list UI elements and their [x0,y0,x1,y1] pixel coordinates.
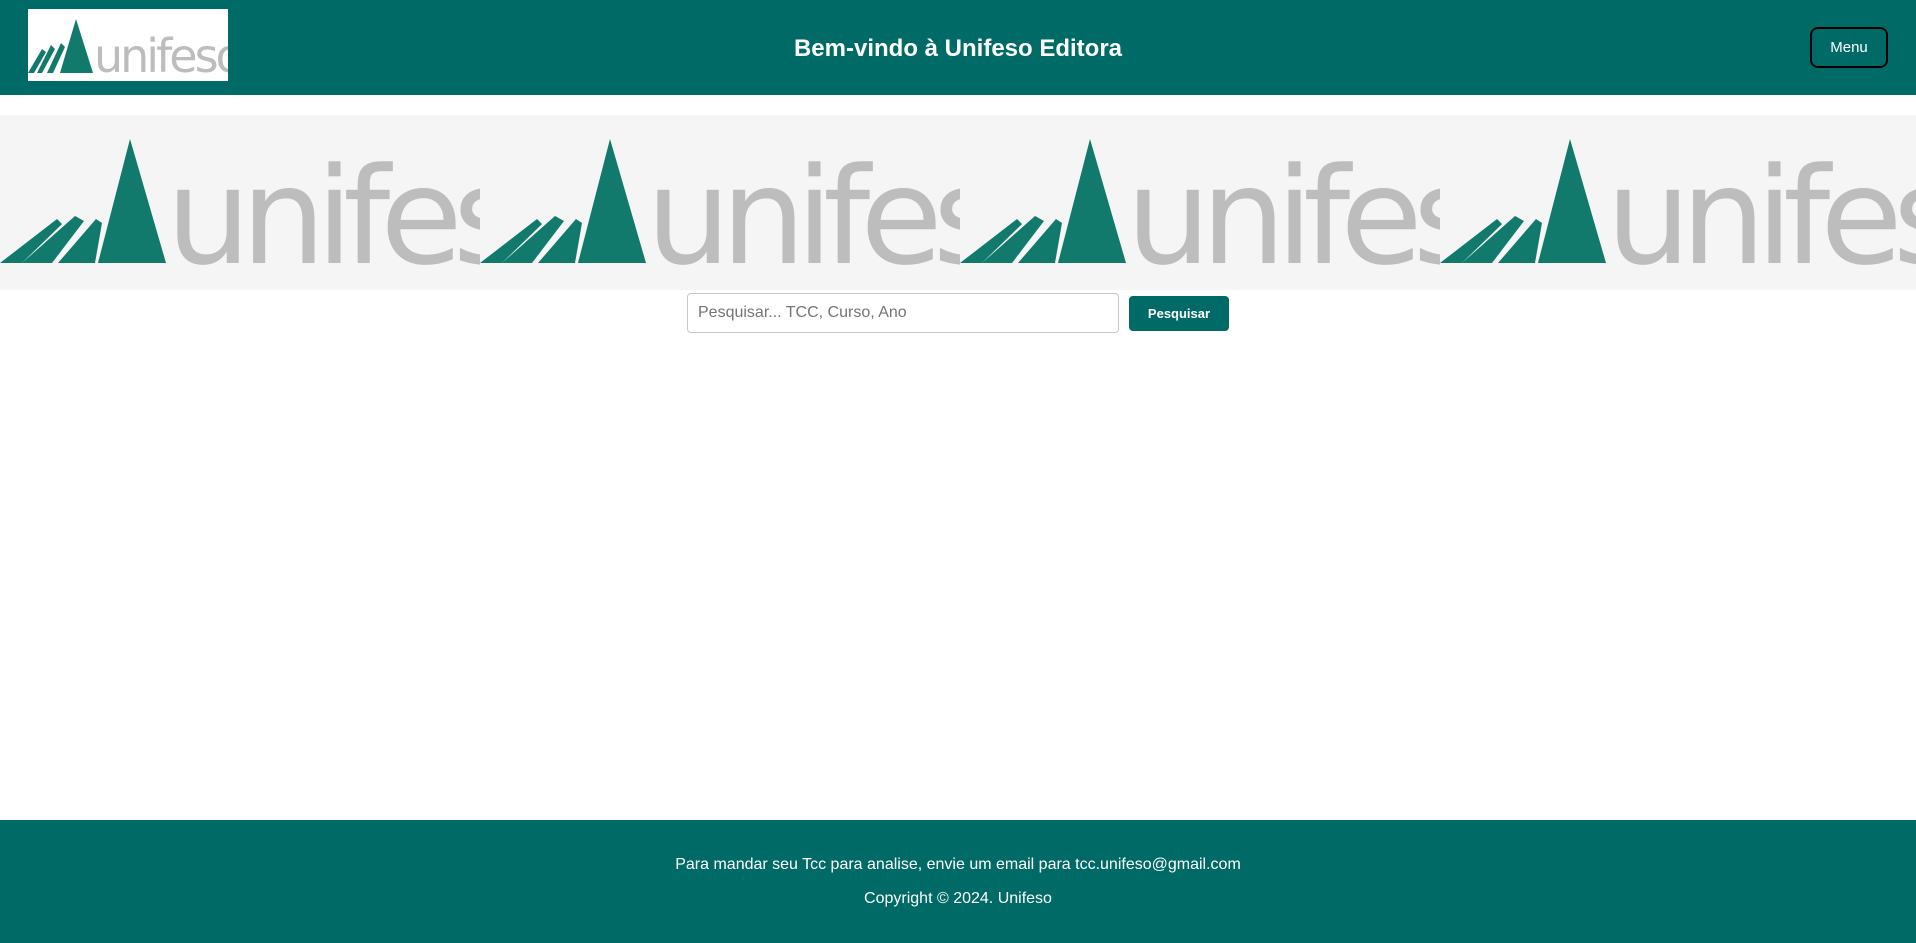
banner-logo: unifeso [960,139,1440,267]
search-input[interactable] [687,293,1119,333]
menu-button[interactable]: Menu [1810,27,1888,68]
banner: unifeso unifeso unifeso unifeso [0,115,1916,290]
banner-logo: unifeso [480,139,960,267]
site-footer: Para mandar seu Tcc para analise, envie … [0,820,1916,943]
site-header: unifeso Bem-vindo à Unifeso Editora Menu [0,0,1916,95]
banner-wordmark: unifeso [1606,139,1916,267]
page-title: Bem-vindo à Unifeso Editora [793,35,1123,62]
footer-copyright: Copyright © 2024. Unifeso [864,890,1052,907]
footer-submission-note: Para mandar seu Tcc para analise, envie … [675,856,1241,873]
banner-logo: unifeso [0,139,480,267]
banner-logo: unifeso [1440,139,1916,267]
banner-wordmark: unifeso [166,139,480,267]
banner-wordmark: unifeso [646,139,960,267]
search-button[interactable]: Pesquisar [1129,296,1229,331]
logo-wordmark: unifeso [94,29,228,81]
unifeso-logo[interactable]: unifeso [28,9,228,81]
banner-wordmark: unifeso [1126,139,1440,267]
